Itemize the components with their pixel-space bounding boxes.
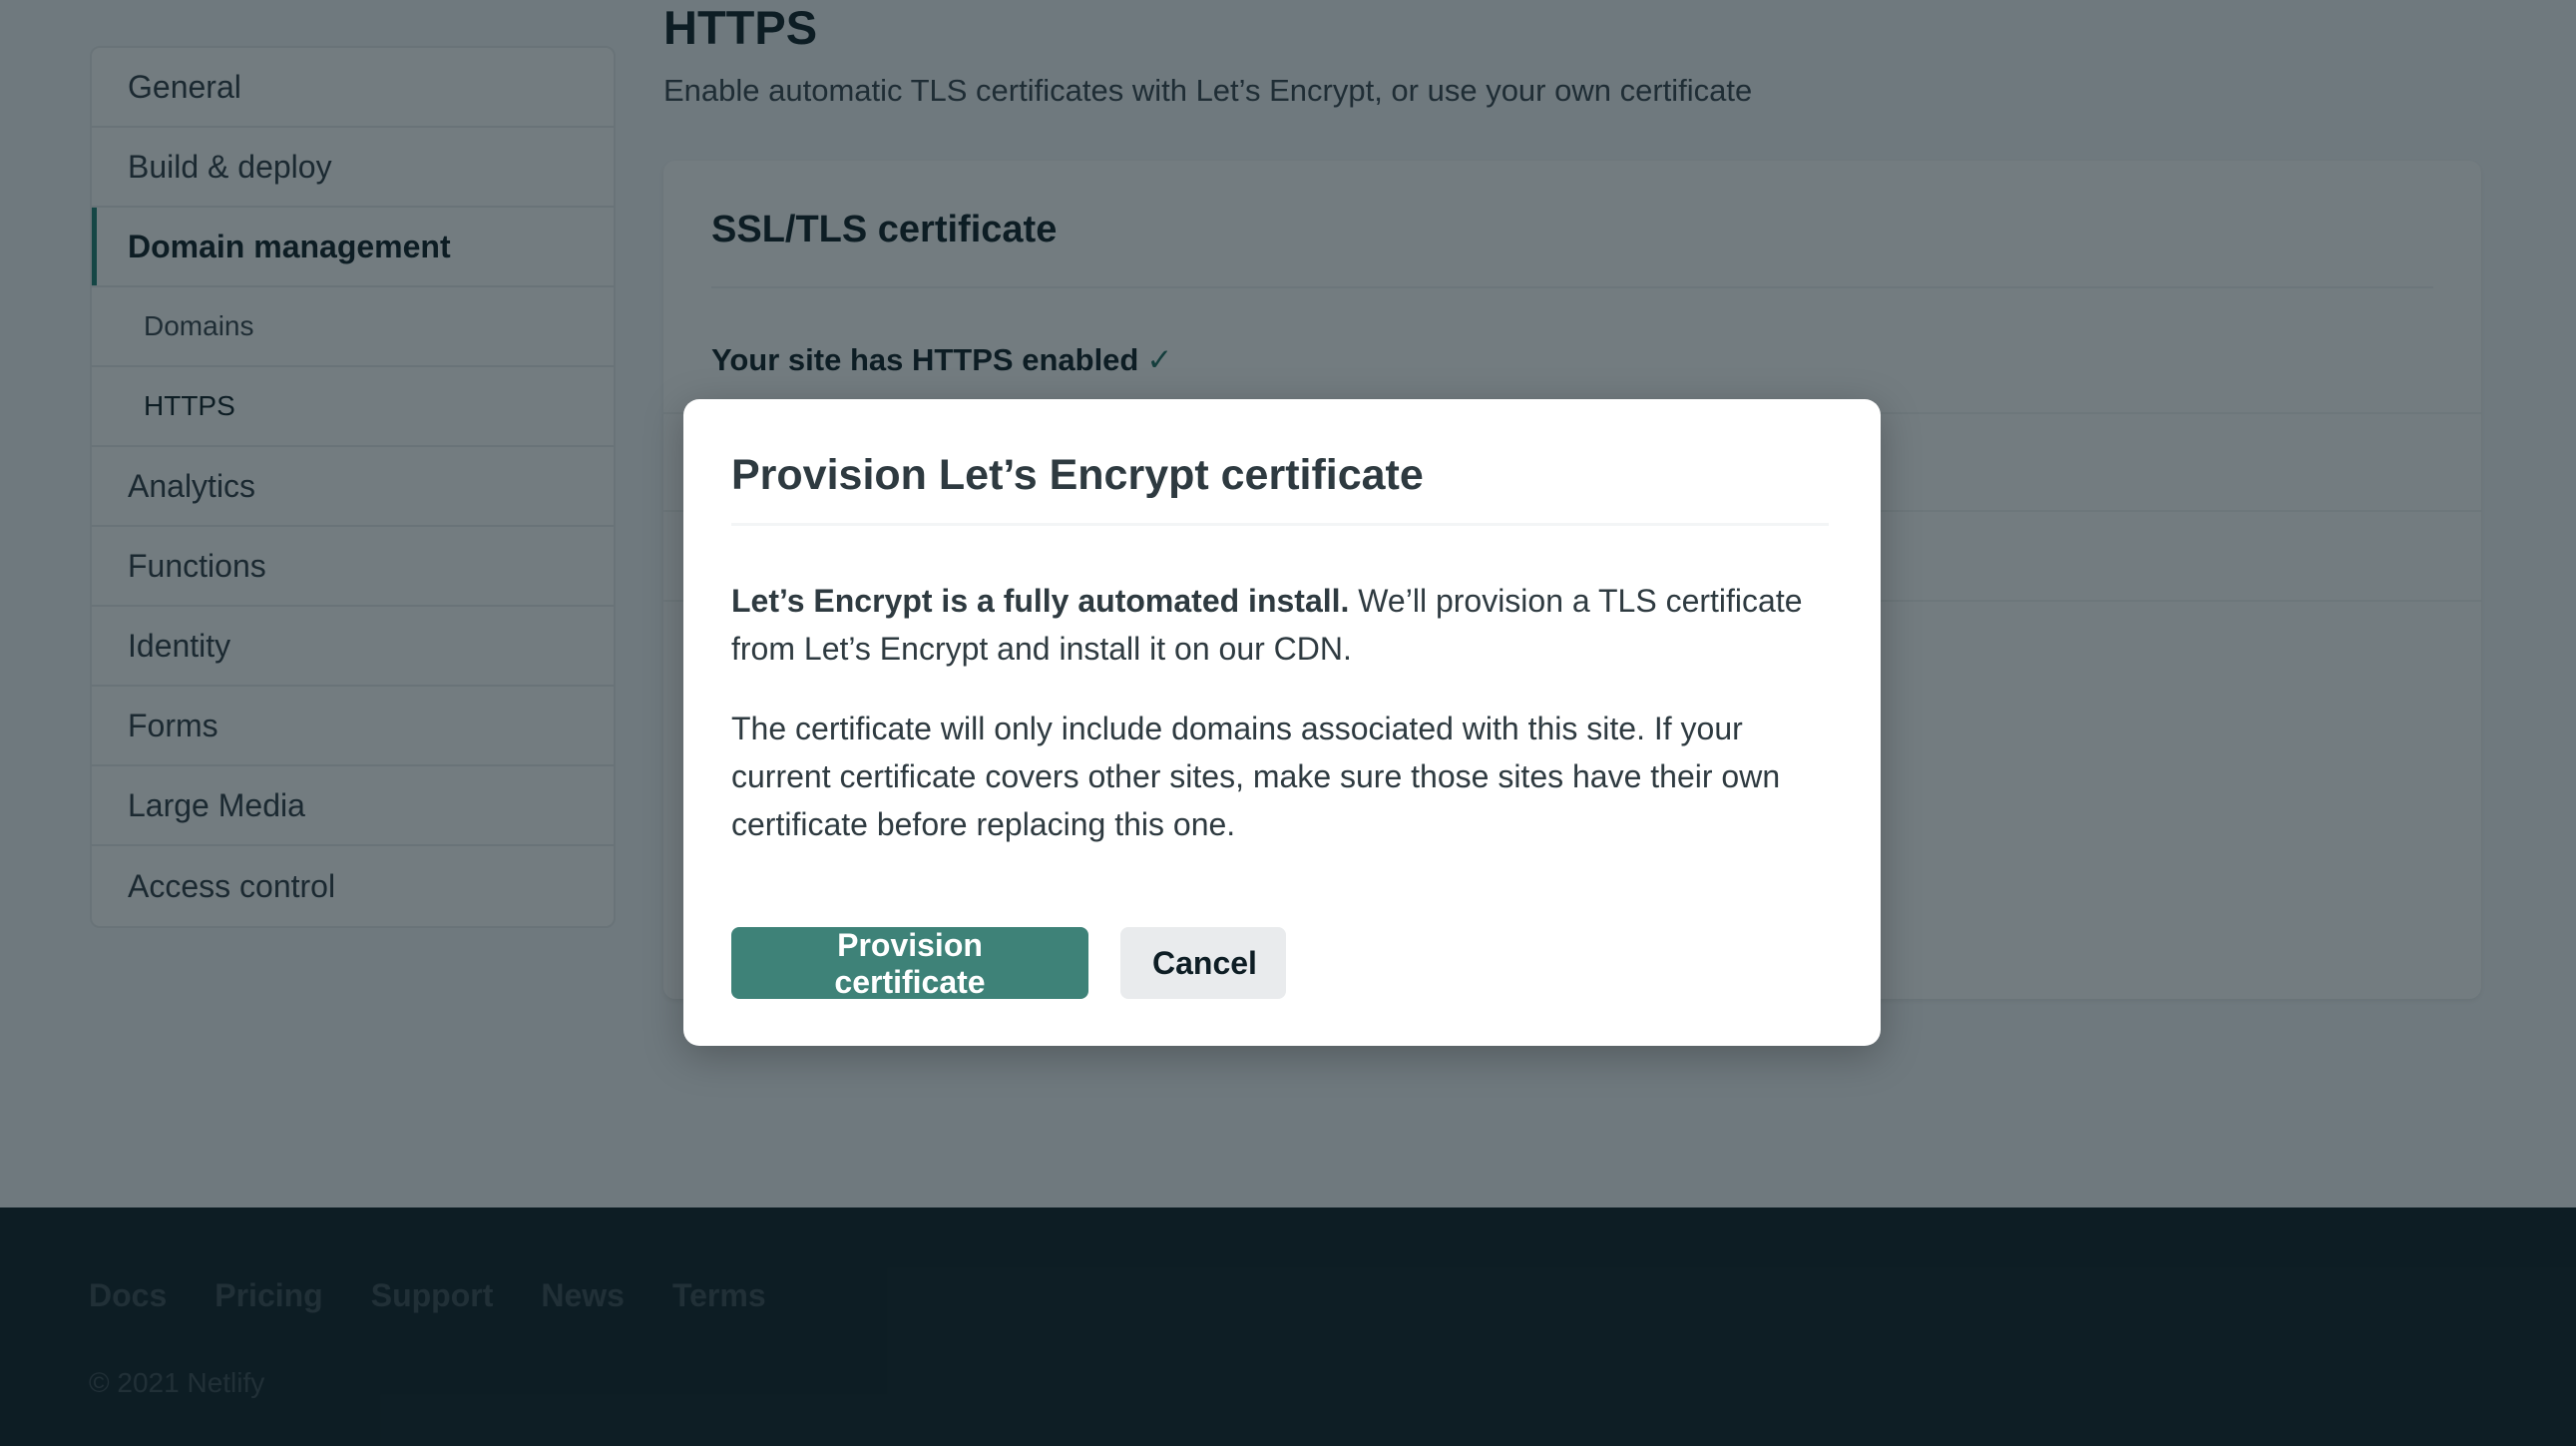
cancel-button[interactable]: Cancel bbox=[1120, 927, 1286, 999]
provision-certificate-button[interactable]: Provision certificate bbox=[731, 927, 1088, 1000]
modal-paragraph-1: Let’s Encrypt is a fully automated insta… bbox=[731, 577, 1839, 673]
modal-title: Provision Let’s Encrypt certificate bbox=[731, 451, 1424, 499]
modal-body: Let’s Encrypt is a fully automated insta… bbox=[731, 577, 1839, 880]
modal-paragraph-2: The certificate will only include domain… bbox=[731, 711, 1781, 842]
modal-actions: Provision certificate Cancel bbox=[731, 927, 1286, 1000]
modal-backdrop-footer-shade bbox=[0, 1207, 2576, 1446]
provision-certificate-modal: Provision Let’s Encrypt certificate Let’… bbox=[683, 399, 1881, 1046]
modal-divider bbox=[731, 523, 1829, 526]
modal-paragraph-1-bold: Let’s Encrypt is a fully automated insta… bbox=[731, 583, 1350, 619]
